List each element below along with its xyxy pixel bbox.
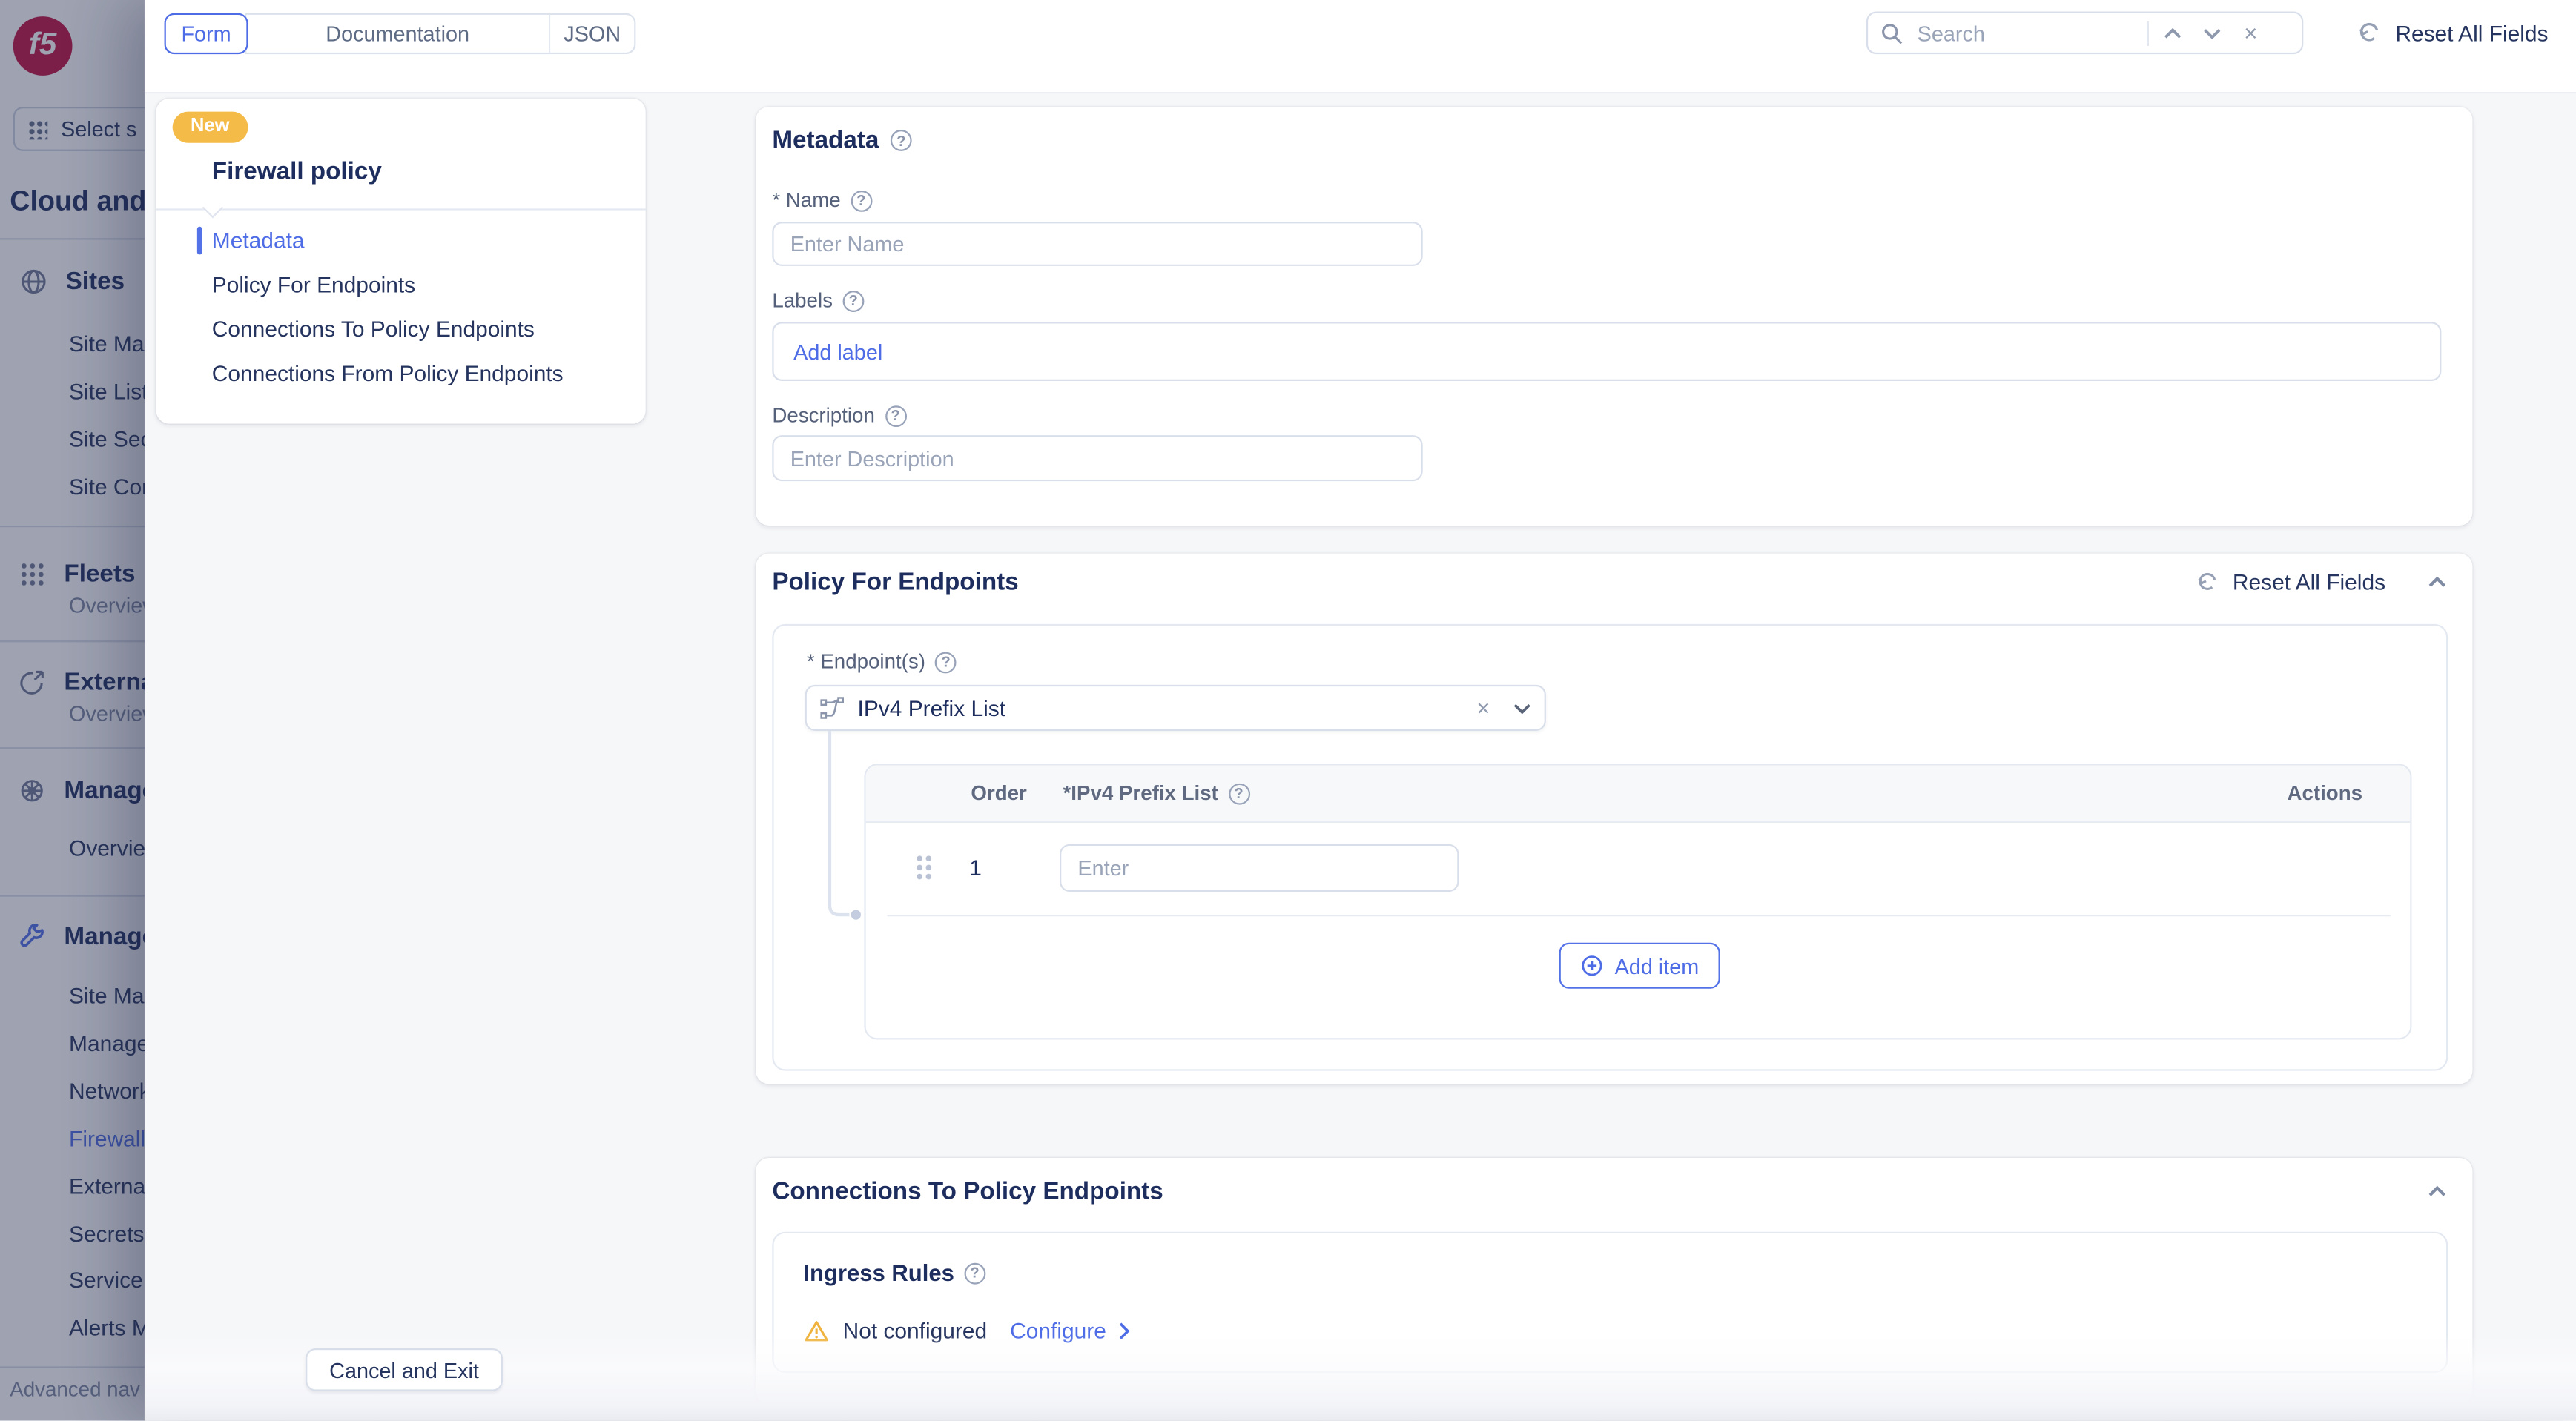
search-divider xyxy=(2147,21,2149,45)
description-field-label: Description xyxy=(772,404,906,427)
search-next-icon[interactable] xyxy=(2192,13,2231,53)
search-clear-icon[interactable]: × xyxy=(2231,13,2270,53)
plus-circle-icon xyxy=(1580,954,1603,977)
firewall-policy-modal: Form Documentation JSON × xyxy=(145,0,2576,1420)
wizard-step-metadata[interactable]: Metadata xyxy=(212,228,305,253)
drag-handle[interactable] xyxy=(915,854,933,880)
wizard-divider-notch xyxy=(202,197,223,218)
prefix-input[interactable] xyxy=(1060,844,1459,892)
section-reset-all-fields-button[interactable]: Reset All Fields xyxy=(2195,570,2385,594)
labels-container: Add label xyxy=(772,322,2441,381)
labels-field-label: Labels xyxy=(772,289,864,312)
modal-content: New Firewall policy Metadata Policy For … xyxy=(145,93,2576,1420)
name-field-label: * Name xyxy=(772,189,871,212)
prefix-column-header: *IPv4 Prefix List xyxy=(1063,782,1249,805)
modal-footer: Cancel and Exit xyxy=(145,1335,2576,1420)
name-input[interactable] xyxy=(772,222,1422,266)
help-icon[interactable] xyxy=(964,1262,985,1284)
table-header-row: Order *IPv4 Prefix List Actions xyxy=(866,765,2411,823)
wizard-step-connections-to[interactable]: Connections To Policy Endpoints xyxy=(212,317,535,342)
wizard-nav-card: New Firewall policy Metadata Policy For … xyxy=(156,99,645,424)
wizard-title: Firewall policy xyxy=(212,158,382,186)
add-label-link[interactable]: Add label xyxy=(793,339,882,364)
wizard-divider xyxy=(156,208,645,210)
collapse-section-icon[interactable] xyxy=(2428,577,2446,589)
metadata-section-title: Metadata xyxy=(772,127,879,155)
wizard-step-policy-for-endpoints[interactable]: Policy For Endpoints xyxy=(212,273,415,297)
reset-all-fields-button[interactable]: Reset All Fields xyxy=(2356,12,2548,55)
labels-label-text: Labels xyxy=(772,289,833,312)
connections-section-title: Connections To Policy Endpoints xyxy=(772,1178,1163,1206)
modal-toolbar: Form Documentation JSON × xyxy=(145,0,2576,93)
help-icon[interactable] xyxy=(891,130,912,151)
help-icon[interactable] xyxy=(885,405,906,426)
view-tabs: Form Documentation JSON xyxy=(165,13,636,54)
help-icon[interactable] xyxy=(935,651,957,672)
policy-for-endpoints-card: Policy For Endpoints Reset All Fields * … xyxy=(756,554,2472,1084)
description-input[interactable] xyxy=(772,435,1422,481)
prefix-list-table: Order *IPv4 Prefix List Actions 1 xyxy=(864,764,2411,1039)
modal-scrim xyxy=(0,0,145,1420)
endpoint-group-box: * Endpoint(s) IPv4 Prefix List × xyxy=(772,624,2448,1071)
add-item-label: Add item xyxy=(1615,953,1700,978)
tab-documentation[interactable]: Documentation xyxy=(245,13,550,54)
endpoint-type-icon xyxy=(820,695,845,720)
active-step-bar xyxy=(197,227,202,255)
form-search-box: × xyxy=(1866,12,2303,55)
actions-column-header: Actions xyxy=(2287,782,2362,805)
reset-all-fields-label: Reset All Fields xyxy=(2395,21,2548,45)
endpoint-field-label: * Endpoint(s) xyxy=(807,650,957,673)
policy-section-title: Policy For Endpoints xyxy=(772,569,1018,597)
collapse-section-icon[interactable] xyxy=(2428,1186,2446,1198)
metadata-card: Metadata * Name Labels Add label Descrip… xyxy=(756,107,2472,526)
add-item-button[interactable]: Add item xyxy=(1559,943,1720,989)
search-input[interactable] xyxy=(1914,19,2144,47)
clear-selection-icon[interactable]: × xyxy=(1476,695,1490,721)
ingress-rules-title: Ingress Rules xyxy=(803,1259,985,1285)
help-icon[interactable] xyxy=(1228,783,1249,804)
help-icon[interactable] xyxy=(842,290,864,311)
section-reset-label: Reset All Fields xyxy=(2233,570,2385,594)
order-column-header: Order xyxy=(971,782,1026,805)
description-label-text: Description xyxy=(772,404,875,427)
endpoint-type-select[interactable]: IPv4 Prefix List × xyxy=(805,685,1546,731)
chevron-down-icon[interactable] xyxy=(1513,702,1531,714)
tab-form[interactable]: Form xyxy=(165,13,248,54)
cancel-and-exit-button[interactable]: Cancel and Exit xyxy=(306,1348,503,1391)
status-badge: New xyxy=(173,112,248,143)
reset-icon xyxy=(2195,570,2219,594)
row-separator xyxy=(887,915,2390,916)
app-sidebar: f5 Select s Cloud and Sites Site Map Sit… xyxy=(0,0,145,1420)
reset-icon xyxy=(2356,20,2382,46)
wizard-step-connections-from[interactable]: Connections From Policy Endpoints xyxy=(212,361,564,385)
help-icon[interactable] xyxy=(851,190,872,211)
search-prev-icon[interactable] xyxy=(2152,13,2191,53)
order-cell: 1 xyxy=(969,855,982,880)
tab-json[interactable]: JSON xyxy=(549,13,635,54)
search-icon xyxy=(1868,13,1914,53)
tree-connector-line xyxy=(823,731,866,924)
name-label-text: * Name xyxy=(772,189,840,212)
endpoint-label-text: * Endpoint(s) xyxy=(807,650,925,673)
endpoint-type-value: IPv4 Prefix List xyxy=(858,695,1005,720)
